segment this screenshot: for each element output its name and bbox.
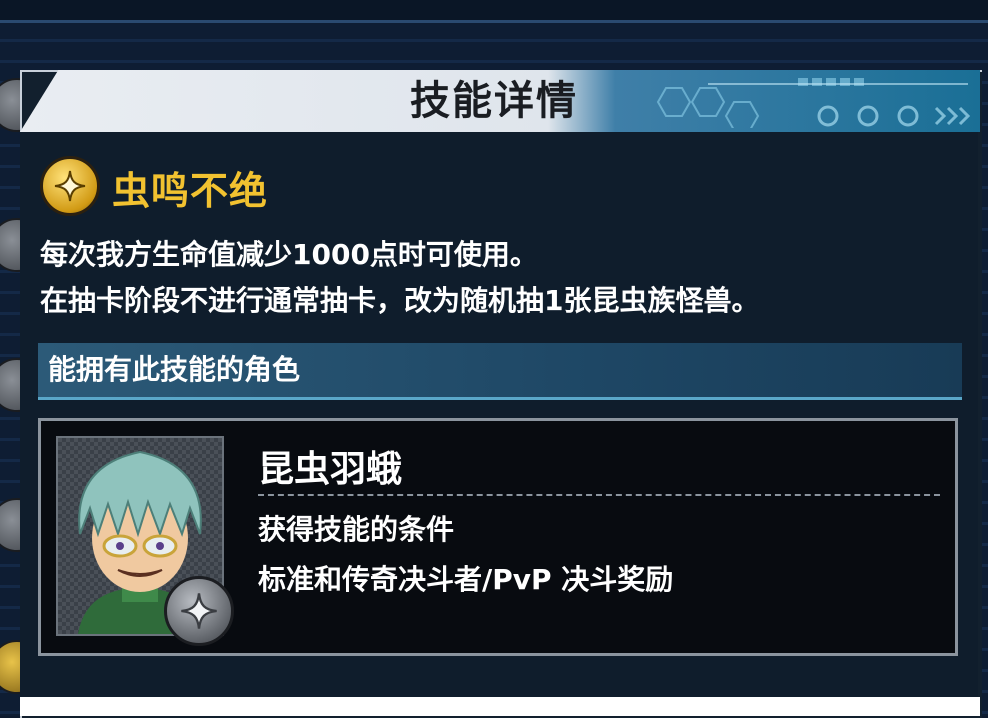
condition-value: 标准和传奇决斗者/PvP 决斗奖励	[258, 563, 674, 596]
gold-star-icon	[40, 156, 100, 216]
dialog-title: 技能详情	[410, 78, 578, 124]
top-bar	[0, 0, 988, 23]
character-name: 昆虫羽蛾	[258, 449, 403, 490]
description-line: 每次我方生命值减少1000点时可使用。	[40, 238, 538, 271]
description-line: 在抽卡阶段不进行通常抽卡，改为随机抽1张昆虫族怪兽。	[40, 284, 760, 317]
section-title: 能拥有此技能的角色	[48, 353, 301, 386]
skill-name: 虫鸣不绝	[112, 169, 269, 213]
condition-label: 获得技能的条件	[258, 513, 455, 546]
skill-description: 每次我方生命值减少1000点时可使用。 在抽卡阶段不进行通常抽卡，改为随机抽1张…	[40, 232, 970, 324]
divider	[258, 494, 940, 496]
silver-star-icon	[164, 576, 234, 646]
dialog-bottom-edge	[20, 697, 980, 716]
